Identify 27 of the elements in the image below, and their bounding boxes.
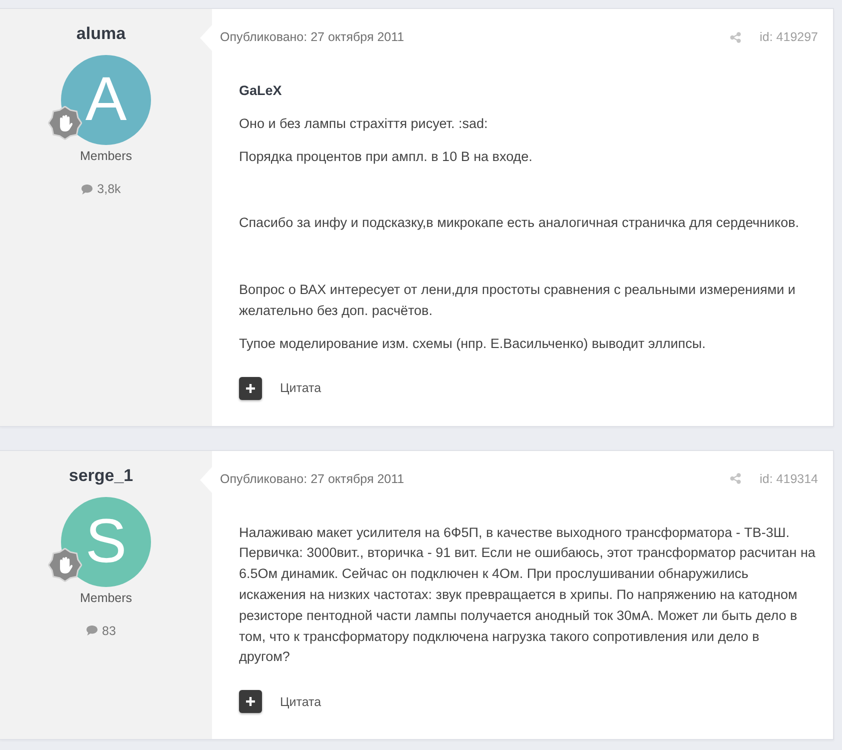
- post-id: id: 419297: [760, 30, 818, 44]
- comment-icon: [86, 625, 98, 636]
- hand-badge-icon: [48, 548, 82, 582]
- post-count: 3,8k: [97, 181, 121, 197]
- multiquote-button[interactable]: [239, 376, 262, 400]
- author-name[interactable]: serge_1: [68, 464, 134, 487]
- post-count: 83: [102, 622, 116, 639]
- mention-link[interactable]: GaLeX: [239, 81, 282, 102]
- plus-icon: [246, 697, 255, 706]
- post-paragraph: Оно и без лампы страхіття рисует. :sad:: [239, 114, 489, 133]
- multiquote-button[interactable]: [239, 690, 262, 714]
- published-date: Опубликовано: 27 октября 2011: [220, 30, 404, 44]
- member-group: Members: [80, 148, 132, 164]
- post-paragraph: Вопрос о ВАХ интересует от лени,для простоты сравнения с реальными измерениями и желательно без доп. расчётов.: [239, 281, 796, 320]
- member-group: Members: [80, 590, 132, 606]
- post-paragraph: Порядка процентов при ампл. в 10 В на входе.: [239, 148, 534, 166]
- hand-badge-icon: [48, 106, 82, 140]
- author-name[interactable]: aluma: [76, 23, 126, 45]
- post-id: id: 419314: [760, 472, 818, 486]
- quote-link[interactable]: Цитата: [280, 694, 322, 709]
- comment-icon: [81, 184, 94, 194]
- published-date: Опубликовано: 27 октября 2011: [220, 472, 404, 486]
- quote-link[interactable]: Цитата: [280, 381, 322, 396]
- post-paragraph: Тупое моделирование изм. схемы (нпр. Е.Васильченко) выводит эллипсы.: [239, 334, 707, 353]
- post-paragraph: Налаживаю макет усилителя на 6Ф5П, в качестве выходного трансформатора - ТВ-3Ш. Первичка: 3000вит., вторичка - 91 вит. Если не ошибаюсь, этот трансформатор расчитан на 6.5Ом динамик. Сейчас он подключен к 4Ом. При прослушивании обнаружились искажения на низких частотах: звук превращается в хрипы. По напряжению на катодном резисторе пентодной части лампы получается анодный ток 30мА. Может ли быть дело в том, что к трансформатору подключена нагрузка такого сопротивления или дело в другом?: [239, 524, 816, 666]
- post-paragraph: Спасибо за инфу и подсказку,в микрокапе есть аналогичная страничка для сердечников.: [239, 214, 800, 232]
- plus-icon: [246, 384, 255, 393]
